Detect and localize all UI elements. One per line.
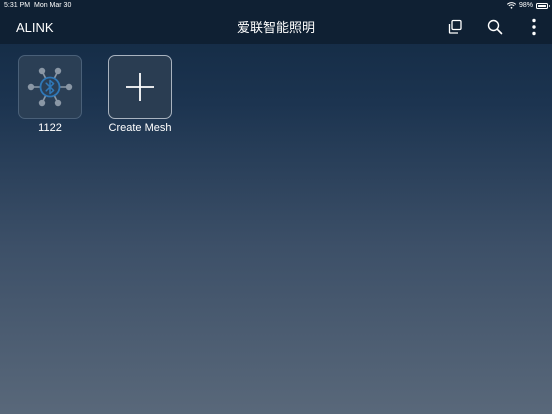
plus-icon	[109, 56, 171, 118]
status-bar: 5:31 PM Mon Mar 30 98%	[0, 0, 552, 11]
mesh-tile-icon-box[interactable]	[18, 55, 82, 119]
battery-fill	[538, 4, 546, 7]
status-indicators: 98%	[506, 1, 550, 10]
more-options-button[interactable]	[525, 18, 543, 36]
page-title: 爱联智能照明	[236, 20, 315, 35]
status-date: Mon Mar 30	[34, 2, 72, 9]
mesh-tile-label: 1122	[38, 122, 62, 134]
mesh-tile-1122[interactable]: 1122	[18, 55, 82, 134]
copy-button[interactable]	[446, 18, 464, 36]
create-mesh-tile[interactable]: Create Mesh	[108, 55, 172, 134]
battery-percent: 98%	[518, 2, 533, 9]
nav-bar: ALINK 爱联智能照明	[0, 11, 552, 44]
battery-icon	[536, 2, 550, 9]
create-mesh-label: Create Mesh	[108, 122, 172, 134]
wifi-icon	[506, 2, 516, 9]
more-vertical-icon	[525, 18, 543, 36]
copy-icon	[446, 18, 464, 36]
bluetooth-mesh-icon	[19, 56, 81, 118]
create-mesh-button[interactable]	[108, 55, 172, 119]
search-icon	[486, 18, 504, 36]
search-button[interactable]	[486, 18, 504, 36]
status-time: 5:31 PM	[4, 2, 31, 9]
